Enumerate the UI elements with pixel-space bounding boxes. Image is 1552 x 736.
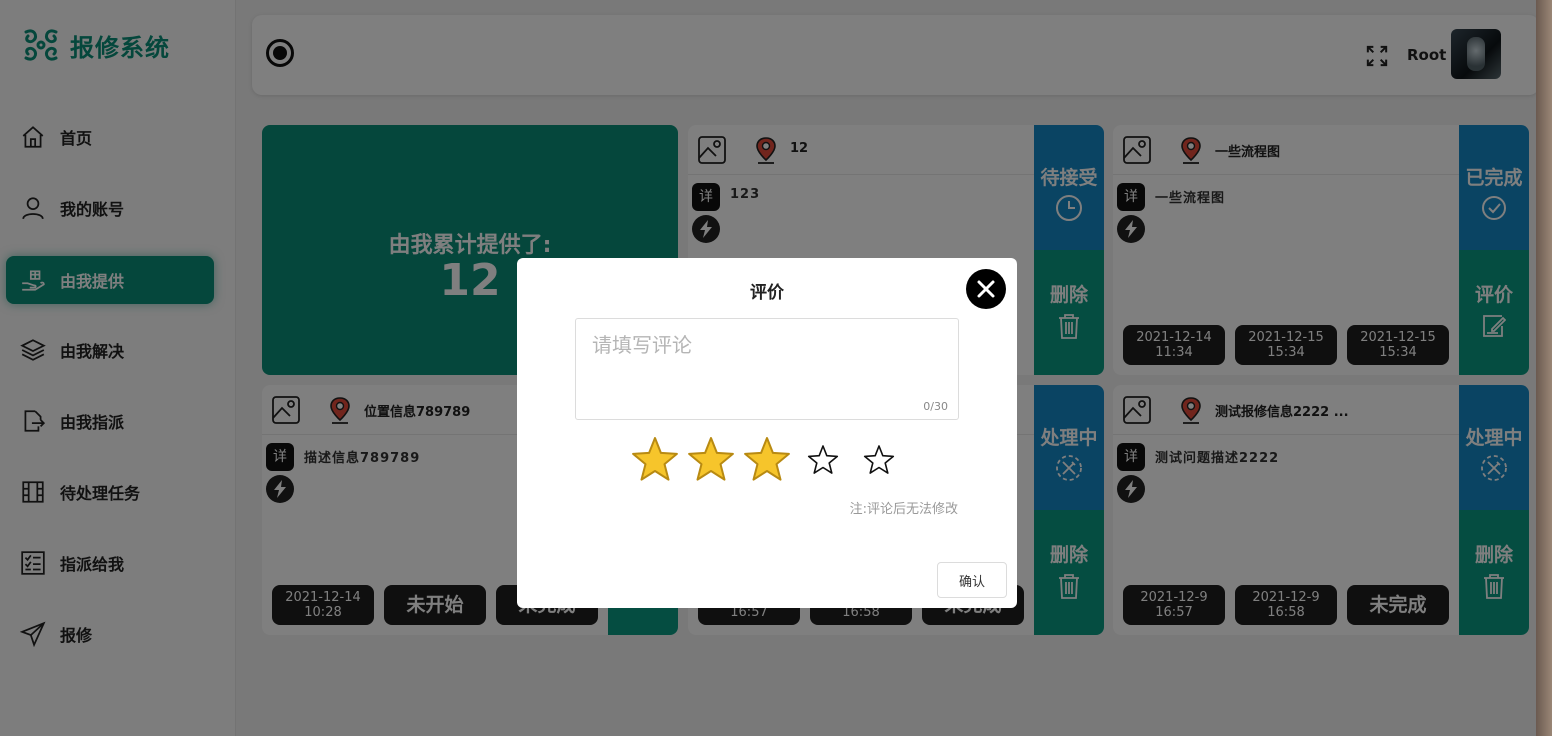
- dialog-note: 注:评论后无法修改: [849, 502, 958, 517]
- comment-input[interactable]: [576, 319, 958, 419]
- star-filled-icon[interactable]: [630, 434, 680, 484]
- window-edge: [1536, 0, 1552, 736]
- char-counter: 0/30: [923, 400, 948, 413]
- dialog-title: 评价: [750, 283, 784, 303]
- star-filled-icon[interactable]: [686, 434, 736, 484]
- star-empty-icon[interactable]: [854, 434, 904, 484]
- star-empty-icon[interactable]: [798, 434, 848, 484]
- close-button[interactable]: [966, 269, 1006, 309]
- rating-dialog: 评价 0/30 注:评论后无法修改 确认: [517, 258, 1017, 608]
- close-icon: [977, 280, 995, 298]
- confirm-button[interactable]: 确认: [937, 562, 1007, 598]
- star-rating[interactable]: [630, 434, 904, 484]
- star-filled-icon[interactable]: [742, 434, 792, 484]
- comment-box: 0/30: [575, 318, 959, 420]
